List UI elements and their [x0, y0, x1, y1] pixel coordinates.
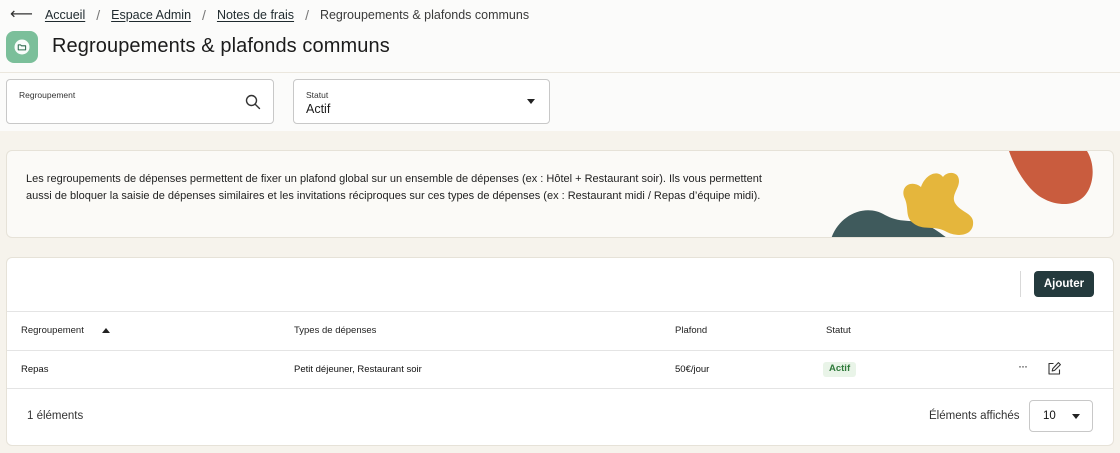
column-header-limit[interactable]: Plafond — [675, 325, 707, 336]
page-title: Regroupements & plafonds communs — [52, 35, 390, 57]
status-select-value: Actif — [306, 102, 331, 116]
folder-icon — [6, 31, 38, 63]
add-button[interactable]: Ajouter — [1034, 271, 1094, 297]
cell-expense-types: Petit déjeuner, Restaurant soir — [294, 364, 422, 375]
breadcrumb-link-home[interactable]: Accueil — [45, 8, 85, 22]
filter-bar: Regroupement Statut Actif — [0, 73, 1120, 131]
breadcrumb-separator: / — [305, 7, 309, 23]
edit-icon[interactable] — [1047, 361, 1062, 376]
breadcrumb-link-expenses[interactable]: Notes de frais — [217, 8, 294, 22]
groupings-table-card: Ajouter Regroupement Types de dépenses P… — [6, 257, 1114, 446]
page-size-value: 10 — [1043, 410, 1056, 422]
table-row[interactable]: Repas Petit déjeuner, Restaurant soir 50… — [7, 351, 1113, 389]
status-select[interactable]: Statut Actif — [293, 79, 550, 124]
chevron-down-icon — [1072, 414, 1080, 419]
grouping-search-label: Regroupement — [19, 90, 76, 100]
breadcrumb-separator: / — [202, 7, 206, 23]
breadcrumb-current: Regroupements & plafonds communs — [319, 8, 530, 22]
grouping-search-field[interactable]: Regroupement — [6, 79, 274, 124]
breadcrumb-separator: / — [96, 7, 101, 23]
status-select-label: Statut — [306, 90, 329, 100]
toolbar-divider — [1020, 271, 1021, 297]
status-badge: Actif — [823, 362, 857, 377]
column-header-status[interactable]: Statut — [826, 325, 851, 336]
breadcrumb: ⟵ Accueil / Espace Admin / Notes de frai… — [10, 6, 529, 24]
cell-grouping-name: Repas — [21, 364, 49, 375]
info-text: Les regroupements de dépenses permettent… — [26, 173, 762, 202]
decorative-illustration — [831, 151, 1093, 237]
cell-limit: 50€/jour — [675, 364, 710, 375]
page-header: ⟵ Accueil / Espace Admin / Notes de frai… — [0, 0, 1120, 73]
column-header-grouping[interactable]: Regroupement — [21, 325, 84, 336]
sort-ascending-icon[interactable] — [102, 328, 110, 333]
more-options-icon[interactable]: ··· — [1018, 359, 1028, 373]
column-header-expense-types[interactable]: Types de dépenses — [294, 325, 376, 336]
page-size-label: Éléments affichés — [929, 410, 1020, 422]
items-count: 1 éléments — [27, 410, 84, 422]
info-banner: Les regroupements de dépenses permettent… — [6, 150, 1114, 238]
chevron-down-icon — [527, 99, 535, 104]
breadcrumb-link-admin[interactable]: Espace Admin — [111, 8, 191, 22]
back-arrow-icon[interactable]: ⟵ — [10, 7, 33, 23]
search-icon[interactable] — [244, 93, 262, 111]
page-size-select[interactable]: 10 — [1029, 400, 1093, 432]
table-header: Regroupement Types de dépenses Plafond S… — [7, 311, 1113, 351]
